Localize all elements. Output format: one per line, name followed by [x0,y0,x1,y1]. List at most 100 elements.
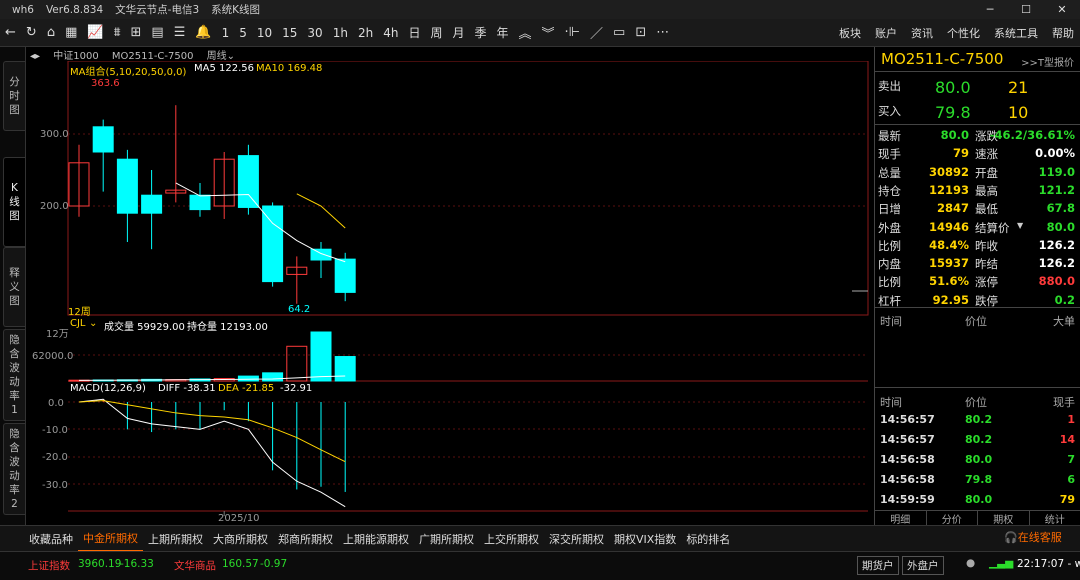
exchange-tab[interactable]: 标的排名 [681,531,735,547]
field-value: 880.0 [1038,274,1075,289]
period-button[interactable]: 日 [403,19,425,47]
period-button[interactable]: 30 [302,19,327,47]
period-button[interactable]: 15 [277,19,302,47]
ma10-line [296,193,346,229]
exchange-tab[interactable]: 上交所期权 [479,531,544,547]
grid-icon[interactable]: ▦ [60,19,82,47]
chart-icon[interactable]: 📈 [82,19,108,47]
left-tabs: 分时图 K线图 释义图 隐含波动率1 隐含波动率2 [0,47,26,525]
macd-ytick-20: -20.0 [42,452,68,463]
idx1-value: 3960.19 [78,558,122,570]
bid-row[interactable]: 买入 79.8 10 [875,102,1080,124]
book-icon[interactable]: ▤ [146,19,168,47]
tick-time: 14:56:58 [880,453,935,466]
period-button[interactable]: 1h [328,19,353,47]
field-label: 最低 [975,202,998,217]
exchange-tab[interactable]: 上期能源期权 [338,531,414,547]
tick-row: 14:56:58 79.8 6 [875,470,1080,490]
online-service[interactable]: 🎧在线客服 [1004,529,1062,545]
exchange-tab[interactable]: 大商所期权 [208,531,273,547]
period-button[interactable]: 10 [252,19,277,47]
cjl-toggle-icon[interactable]: ⌄ [89,318,97,329]
exchange-tab[interactable]: 上期所期权 [143,531,208,547]
close-icon[interactable]: ✕ [1044,0,1080,19]
macd-title: MACD(12,26,9) [70,383,146,394]
field-label: 最新 [878,129,901,143]
exchange-tab[interactable]: 期权VIX指数 [609,531,681,547]
menu-sector[interactable]: 板块 [839,25,861,41]
field-label: 涨停 [975,275,998,290]
online-service-label: 在线客服 [1017,531,1062,544]
period-button[interactable]: 周 [425,19,447,47]
tab-stats[interactable]: 统计 [1030,511,1080,526]
draw-line-icon[interactable]: ／ [585,19,608,47]
refresh-icon[interactable]: ↻ [21,19,42,47]
zoom-out-icon[interactable]: ︾ [537,19,560,47]
back-arrow-icon[interactable]: ← [0,19,21,47]
t-quote-link[interactable]: >>T型报价 [1021,54,1074,69]
exchange-tab[interactable]: 广期所期权 [414,531,479,547]
menu-news[interactable]: 资讯 [911,25,933,41]
foreign-account-button[interactable]: 外盘户 [902,556,944,575]
bid-qty: 10 [1008,103,1029,122]
tick-volume: 79 [1059,493,1075,506]
tab-detail[interactable]: 明细 [875,511,927,526]
period-button[interactable]: 5 [234,19,252,47]
field-value: 92.95 [932,292,969,307]
ask-row[interactable]: 卖出 80.0 21 [875,77,1080,99]
ytick-200: 200.0 [40,201,69,212]
exchange-tab[interactable]: 郑商所期权 [273,531,338,547]
period-button[interactable]: 2h [353,19,378,47]
tab-options[interactable]: 期权 [978,511,1030,526]
home-icon[interactable]: ⌂ [42,19,60,47]
exchange-tab[interactable]: 深交所期权 [544,531,609,547]
tab-iv-1[interactable]: 隐含波动率1 [3,329,25,421]
tab-price-dist[interactable]: 分价 [927,511,978,526]
exchange-tabs: 收藏品种 中金所期权 上期所期权 大商所期权 郑商所期权 上期能源期权 广期所期权 上交所期权… [0,525,1080,552]
divider [875,387,1080,388]
quote-row: 总量 30892 开盘 119.0 [875,164,1080,182]
idx2-change: -0.97 [260,558,288,570]
candle-body [237,155,259,208]
zoom-in-icon[interactable]: ︽ [514,19,537,47]
tick-volume: 7 [1067,453,1075,466]
tab-kline[interactable]: K线图 [3,157,25,247]
minimize-icon[interactable]: ─ [972,0,1008,19]
bell-icon[interactable]: 🔔 [190,19,216,47]
notification-icon[interactable]: ● [966,557,975,569]
menu-system-tools[interactable]: 系统工具 [994,25,1038,41]
exchange-tab[interactable]: 收藏品种 [24,531,78,547]
list-icon[interactable]: ☰ [169,19,191,47]
chart-alt-icon[interactable]: ⩩ [109,19,126,47]
field-label: 日增 [878,202,901,217]
period-button[interactable]: 1 [217,19,235,47]
tick-price: 80.0 [965,493,993,506]
menu-account[interactable]: 账户 [875,25,897,41]
tick-row: 14:56:58 80.0 7 [875,450,1080,470]
period-button[interactable]: 月 [447,19,469,47]
tab-definition[interactable]: 释义图 [3,247,25,327]
field-label: 最高 [975,183,998,198]
more-icon[interactable]: ⋯ [651,19,674,47]
dropdown-icon[interactable]: ▼ [1017,221,1023,230]
period-button[interactable]: 季 [469,19,491,47]
exchange-tab[interactable]: 中金所期权 [78,526,143,552]
crosshair-icon[interactable]: ·⊩ [560,19,585,47]
futures-account-button[interactable]: 期货户 [857,556,899,575]
volume-bar [310,331,332,382]
kline-chart[interactable] [26,61,874,525]
tab-timeshare[interactable]: 分时图 [3,61,25,131]
ma-title: MA组合(5,10,20,50,0,0) [70,63,186,78]
maximize-icon[interactable]: ☐ [1008,0,1044,19]
menu-personalize[interactable]: 个性化 [947,25,980,41]
period-button[interactable]: 年 [492,19,514,47]
rectangle-icon[interactable]: ▭ [608,19,630,47]
tick-time: 14:56:58 [880,473,935,486]
tab-iv-2[interactable]: 隐含波动率2 [3,423,25,515]
field-value: 15937 [928,256,969,271]
tick-header: 时间 价位 现手 [875,391,1080,411]
text-icon[interactable]: ⊡ [630,19,651,47]
menu-help[interactable]: 帮助 [1052,25,1074,41]
order-icon[interactable]: ⊞ [126,19,147,47]
period-button[interactable]: 4h [378,19,403,47]
